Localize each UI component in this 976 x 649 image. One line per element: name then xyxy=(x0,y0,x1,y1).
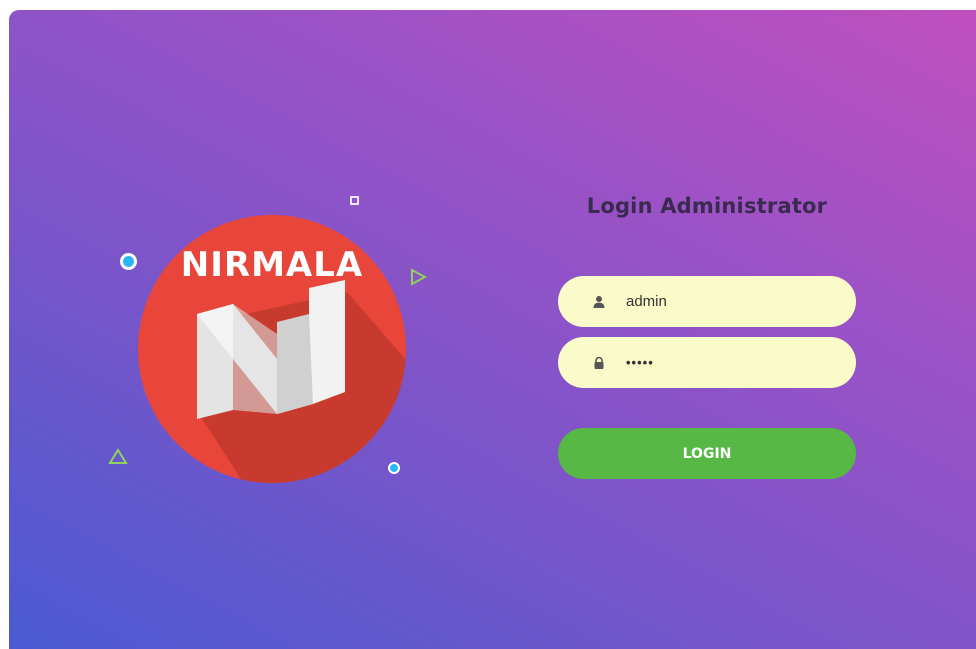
square-decoration-icon xyxy=(350,196,359,205)
triangle-right-decoration-icon xyxy=(411,268,427,286)
login-page-background: NIRMALA Login Administrator admin ••••• … xyxy=(9,10,976,649)
username-value[interactable]: admin xyxy=(626,293,667,310)
triangle-up-decoration-icon xyxy=(108,448,128,464)
lock-icon xyxy=(594,356,604,369)
login-button[interactable]: LOGIN xyxy=(558,428,856,479)
logo-text: NIRMALA xyxy=(181,245,363,285)
ring-decoration-icon xyxy=(120,253,137,270)
nirmala-logo: NIRMALA xyxy=(138,215,406,483)
username-field[interactable]: admin xyxy=(558,276,856,327)
login-title: Login Administrator xyxy=(586,194,828,218)
login-form: Login Administrator admin ••••• LOGIN xyxy=(558,186,856,479)
user-icon xyxy=(593,295,605,308)
password-field[interactable]: ••••• xyxy=(558,337,856,388)
password-value[interactable]: ••••• xyxy=(626,355,654,370)
